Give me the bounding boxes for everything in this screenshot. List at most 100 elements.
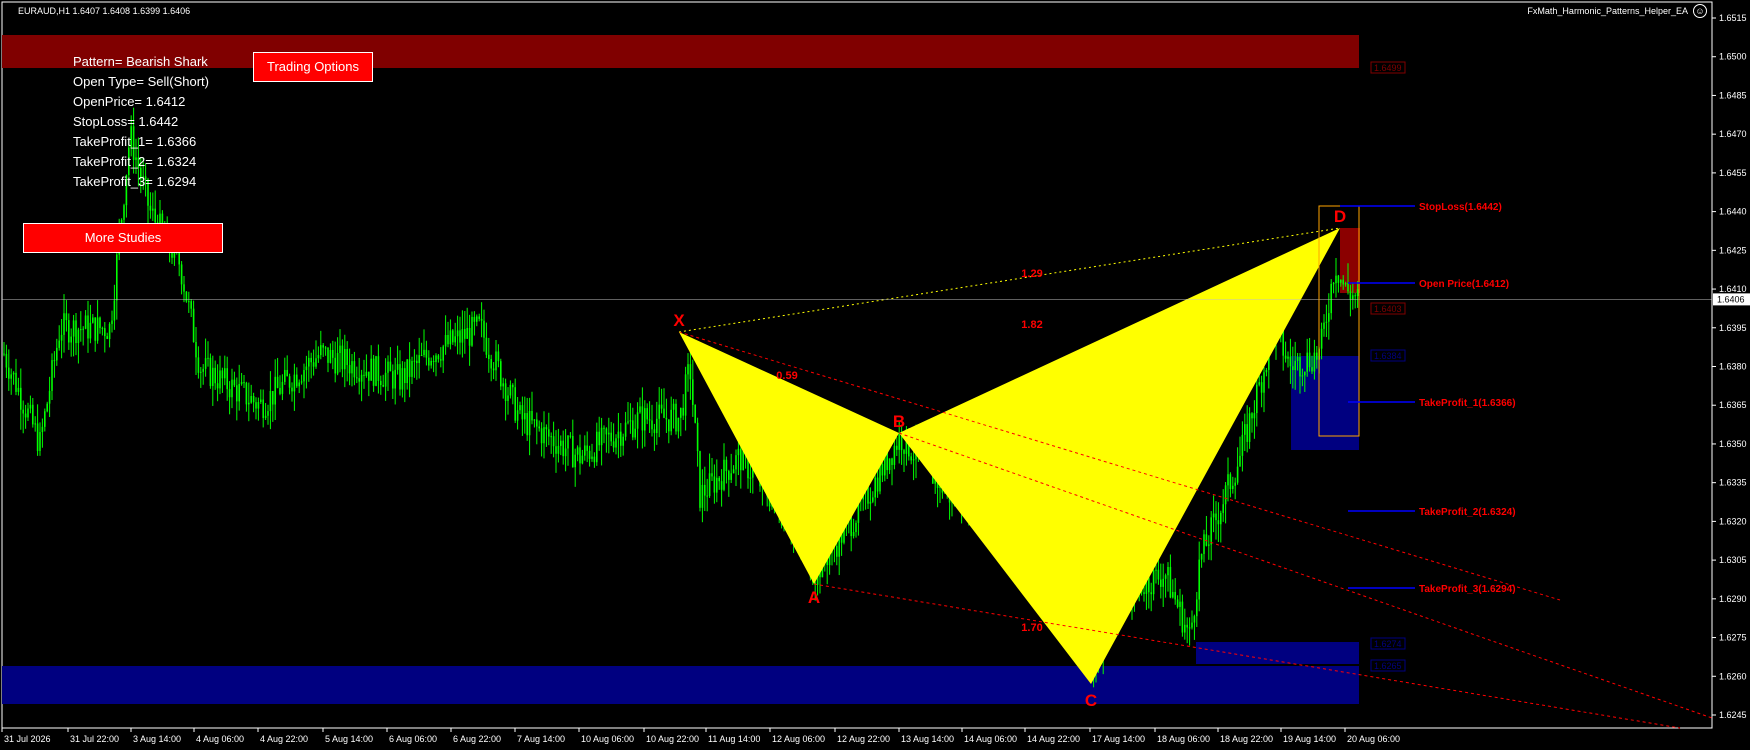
time-tick-label: 10 Aug 06:00 — [581, 734, 634, 744]
candle-body — [711, 473, 713, 477]
candle-body — [308, 357, 310, 367]
candle-body — [836, 545, 838, 557]
candle-body — [336, 353, 339, 374]
more-studies-button[interactable]: More Studies — [23, 223, 223, 253]
candle-body — [1306, 352, 1308, 372]
candle-body — [1265, 369, 1268, 373]
candle-body — [281, 381, 284, 394]
candle-body — [202, 368, 204, 372]
candle-body — [665, 417, 668, 420]
candle-body — [250, 396, 252, 403]
candle-body — [315, 358, 317, 367]
price-tick-label: 1.6335 — [1719, 478, 1747, 488]
candle-body — [245, 382, 248, 405]
candle-body — [891, 458, 893, 465]
price-tick-label: 1.6395 — [1719, 323, 1747, 333]
candle-body — [1311, 367, 1313, 372]
candle-body — [1347, 282, 1349, 292]
candle-body — [1301, 375, 1304, 377]
time-tick-label: 12 Aug 22:00 — [837, 734, 890, 744]
candle-body — [881, 464, 884, 476]
price-chart[interactable]: X A B C D 0.59 1.82 1.29 1.70 StopLoss(1.6442) Ope… — [0, 0, 1750, 750]
candle-body — [1191, 622, 1193, 628]
candle-body — [1323, 322, 1325, 329]
candle-body — [303, 370, 305, 382]
candle-body — [84, 315, 87, 329]
time-tick-label: 18 Aug 22:00 — [1220, 734, 1273, 744]
candle-body — [214, 367, 216, 384]
smiley-icon[interactable]: ☺ — [1693, 4, 1707, 18]
time-tick-label: 3 Aug 14:00 — [133, 734, 181, 744]
candle-body — [1340, 279, 1342, 283]
pattern-info-panel: Pattern= Bearish Shark Open Type= Sell(S… — [73, 52, 209, 192]
candle-body — [430, 360, 432, 366]
candle-body — [512, 384, 514, 388]
candle-body — [869, 501, 872, 504]
candle-body — [296, 374, 298, 387]
take-profit-3: TakeProfit_3= 1.6294 — [73, 174, 197, 189]
candle-body — [627, 421, 629, 423]
candle-body — [392, 371, 394, 389]
candle-body — [101, 327, 104, 329]
candle-body — [1148, 577, 1150, 593]
candle-body — [51, 360, 53, 391]
candle-body — [591, 456, 593, 459]
trading-options-button[interactable]: Trading Options — [253, 52, 373, 82]
pattern-point-b: B — [893, 412, 905, 431]
candle-body — [3, 353, 5, 355]
candle-body — [874, 477, 876, 498]
candle-body — [41, 426, 44, 433]
candle-body — [718, 477, 720, 482]
level-label-stop_loss: StopLoss(1.6442) — [1419, 202, 1502, 213]
candle-body — [209, 357, 212, 387]
candle-body — [1232, 485, 1234, 490]
candle-body — [692, 379, 694, 405]
candle-body — [1292, 366, 1294, 371]
candle-body — [1244, 424, 1246, 435]
candle-body — [656, 418, 658, 434]
candle-body — [555, 446, 557, 454]
candle-body — [675, 403, 677, 432]
candle-body — [704, 484, 706, 496]
candle-body — [82, 328, 84, 330]
candle-body — [749, 477, 752, 479]
candle-body — [5, 353, 8, 368]
ratio-label: 1.70 — [1021, 622, 1042, 634]
candle-body — [548, 429, 550, 437]
candle-body — [418, 355, 420, 364]
candle-body — [224, 368, 226, 379]
candle-body — [1299, 357, 1301, 377]
candle-body — [620, 431, 622, 446]
candle-body — [116, 254, 118, 301]
candle-body — [912, 459, 915, 461]
candle-body — [274, 376, 276, 405]
candle-body — [24, 413, 27, 418]
candle-body — [569, 435, 572, 437]
chart-frame — [1, 1, 1713, 729]
candle-body — [504, 383, 507, 401]
candle-body — [1152, 570, 1155, 595]
candle-body — [1167, 566, 1169, 576]
candle-body — [384, 372, 387, 387]
candle-body — [1222, 504, 1224, 513]
candle-body — [526, 413, 528, 436]
candle-body — [36, 423, 39, 451]
candle-body — [1260, 382, 1263, 393]
candle-body — [1239, 455, 1241, 467]
time-tick-label: 12 Aug 06:00 — [772, 734, 825, 744]
demand-zone-bottom — [2, 666, 1359, 704]
candle-body — [898, 433, 900, 450]
candle-body — [219, 370, 221, 389]
candle-body — [192, 308, 195, 343]
candle-body — [500, 361, 502, 387]
candle-body — [672, 403, 675, 410]
price-tick-label: 1.6410 — [1719, 284, 1747, 294]
candle-body — [893, 445, 896, 465]
candle-body — [348, 365, 351, 374]
candle-body — [610, 432, 612, 442]
candle-body — [473, 316, 476, 322]
candle-body — [896, 445, 898, 450]
candle-body — [432, 360, 435, 363]
candle-body — [545, 427, 548, 430]
candle-body — [262, 399, 264, 418]
